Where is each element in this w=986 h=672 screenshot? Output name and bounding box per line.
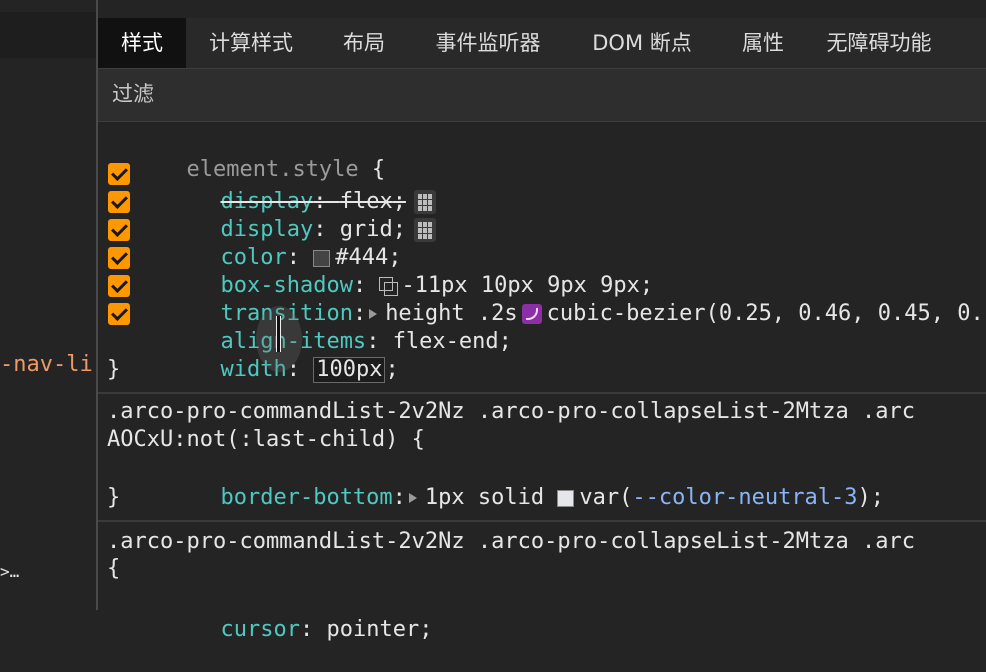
elements-tree-panel: -nav-li >… — [0, 0, 96, 610]
tab-event-listeners[interactable]: 事件监听器 — [416, 18, 560, 68]
rule-arco-collapse-cursor: .arco-pro-commandList-2v2Nz .arco-pro-co… — [98, 522, 986, 642]
declaration-align-items: align-items: flex-end; — [141, 300, 511, 354]
property-value[interactable]: pointer — [326, 617, 419, 642]
semicolon: ; — [498, 329, 512, 354]
grid-editor-icon[interactable] — [413, 218, 436, 242]
var-close: ); — [857, 485, 885, 510]
property-value[interactable]: flex-end — [393, 329, 499, 354]
property-checkbox[interactable] — [108, 163, 130, 185]
declaration-border-bottom: border-bottom: 1px solid var(--color-neut… — [141, 456, 884, 510]
tab-layout[interactable]: 布局 — [324, 18, 404, 68]
tab-computed[interactable]: 计算样式 — [190, 18, 312, 68]
rule-element-style: element.style { display: flex; display: … — [98, 122, 986, 394]
bezier-editor-icon[interactable] — [521, 304, 542, 324]
close-brace: } — [107, 485, 121, 510]
property-checkbox[interactable] — [108, 247, 130, 269]
property-checkbox[interactable] — [108, 275, 130, 297]
property-checkbox[interactable] — [108, 219, 130, 241]
tab-accessibility[interactable]: 无障碍功能 — [814, 18, 944, 68]
expand-triangle-icon[interactable] — [408, 493, 417, 503]
declaration-color: color: #444; — [141, 216, 401, 270]
var-function: var( — [579, 485, 633, 510]
tab-properties[interactable]: 属性 — [726, 18, 800, 68]
selector[interactable]: .arco-pro-commandList-2v2Nz .arco-pro-co… — [107, 399, 915, 424]
semicolon: ; — [419, 617, 433, 642]
devtools-tabbar: 样式 计算样式 布局 事件监听器 DOM 断点 属性 无障碍功能 — [98, 18, 986, 69]
tree-node-partial-class[interactable]: -nav-li — [0, 352, 93, 377]
rule-header: element.style { — [107, 128, 385, 182]
tab-styles[interactable]: 样式 — [98, 18, 186, 68]
declaration-transition: transition: height .2s cubic-bezier(0.25, … — [141, 272, 983, 326]
selector-line-1[interactable]: .arco-pro-commandList-2v2Nz .arco-pro-co… — [107, 398, 915, 426]
css-variable-link[interactable]: --color-neutral-3 — [632, 485, 857, 510]
open-brace: { — [107, 556, 121, 581]
selector-line-1[interactable]: .arco-pro-commandList-2v2Nz .arco-pro-co… — [107, 528, 915, 556]
tree-node-collapsed[interactable]: >… — [0, 562, 19, 581]
filter-bar — [98, 69, 986, 122]
declaration-display-grid: display: grid; — [141, 188, 436, 242]
semicolon: ; — [385, 357, 399, 382]
filter-input[interactable] — [112, 77, 972, 111]
selector-continued[interactable]: AOCxU:not(:last-child) — [107, 427, 398, 452]
property-checkbox[interactable] — [108, 191, 130, 213]
property-value-editor[interactable]: 100px — [313, 357, 386, 383]
colon: : — [299, 617, 327, 642]
rule-footer: } — [107, 356, 120, 384]
property-value-bezier[interactable]: cubic-bezier(0.25, 0.46, 0.45, 0. — [547, 301, 984, 326]
open-brace: { — [398, 427, 425, 452]
text-cursor-icon — [256, 306, 302, 372]
close-brace: } — [107, 357, 121, 382]
property-checkbox[interactable] — [108, 303, 130, 325]
selector-line-2: AOCxU:not(:last-child) { — [107, 426, 425, 454]
expand-arrow: > — [0, 562, 10, 581]
rule-footer: } — [107, 484, 120, 512]
styles-panel: 样式 计算样式 布局 事件监听器 DOM 断点 属性 无障碍功能 element… — [98, 0, 986, 642]
elements-tree-top-strip — [0, 12, 96, 58]
property-name[interactable]: cursor — [220, 617, 299, 642]
selector[interactable]: .arco-pro-commandList-2v2Nz .arco-pro-co… — [107, 529, 915, 554]
declaration-cursor: cursor: pointer; — [141, 588, 432, 642]
declaration-display-flex: display: flex; — [141, 160, 436, 214]
declaration-box-shadow: box-shadow: -11px 10px 9px 9px; — [141, 244, 653, 298]
property-name[interactable]: border-bottom — [220, 485, 392, 510]
ellipsis: … — [9, 562, 20, 581]
tab-dom-breakpoints[interactable]: DOM 断点 — [576, 18, 708, 68]
rule-arco-collapse-item: .arco-pro-commandList-2v2Nz .arco-pro-co… — [98, 394, 986, 522]
rule-open: { — [107, 555, 120, 583]
panel-top-gap — [98, 0, 986, 18]
colon: : — [392, 485, 406, 510]
property-value[interactable]: 1px solid — [425, 485, 544, 510]
color-swatch[interactable] — [557, 489, 575, 507]
